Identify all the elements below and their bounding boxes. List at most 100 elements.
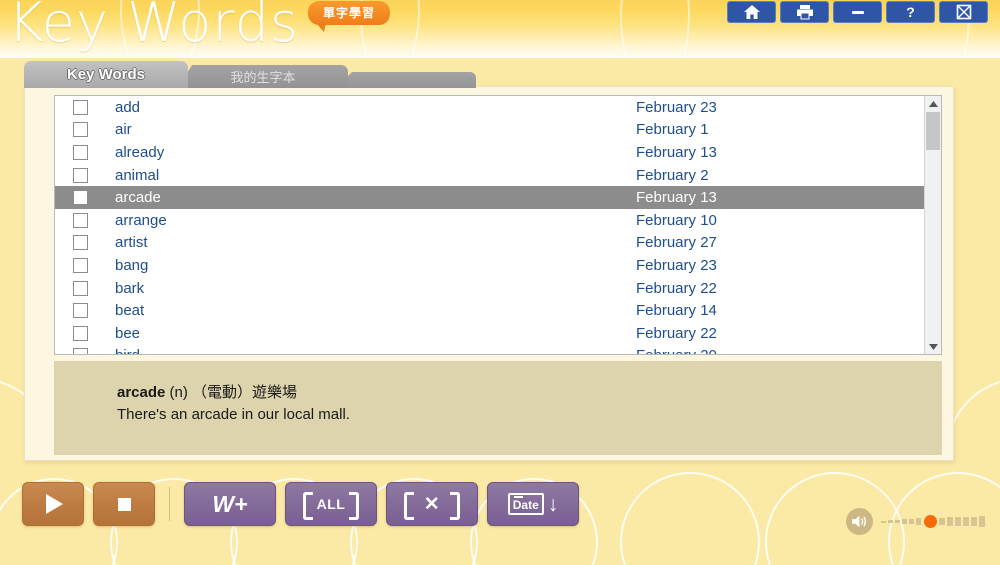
volume-segment[interactable] [971, 516, 977, 527]
row-checkbox[interactable] [73, 325, 88, 341]
home-button[interactable] [727, 1, 776, 23]
row-date: February 23 [636, 256, 717, 274]
definition-pos: (n) （電動）遊樂場 [165, 384, 298, 401]
table-row[interactable]: add February 23 [55, 96, 924, 119]
table-row[interactable]: arcade February 13 [55, 186, 924, 209]
table-row[interactable]: bird February 20 [55, 345, 924, 354]
volume-segment[interactable] [963, 516, 969, 527]
row-checkbox[interactable] [73, 235, 88, 251]
toolbar-divider [169, 487, 170, 521]
speaker-button[interactable] [846, 508, 873, 535]
stop-button[interactable] [93, 482, 155, 526]
table-row[interactable]: bee February 22 [55, 322, 924, 345]
close-button[interactable] [939, 1, 988, 23]
table-row[interactable]: bark February 22 [55, 277, 924, 300]
table-row[interactable]: artist February 27 [55, 232, 924, 255]
volume-knob[interactable] [924, 515, 937, 528]
volume-segment[interactable] [909, 518, 914, 525]
volume-segment[interactable] [895, 519, 900, 524]
window-controls: ? [727, 1, 988, 23]
row-date: February 1 [636, 121, 709, 139]
page-title: Key Words [8, 0, 299, 54]
definition-sentence: There's an arcade in our local mall. [117, 406, 350, 423]
sort-by-date-button[interactable]: Date ↓ [487, 482, 579, 526]
volume-segment[interactable] [939, 517, 945, 526]
volume-segment[interactable] [916, 518, 921, 525]
sort-by-date-icon: Date ↓ [507, 492, 559, 516]
row-word: bird [115, 347, 140, 354]
clear-selection-button[interactable]: ✕ [386, 482, 478, 526]
row-date: February 23 [636, 98, 717, 116]
row-word: already [115, 143, 165, 161]
volume-segment[interactable] [955, 517, 961, 526]
volume-segment[interactable] [947, 517, 953, 526]
row-word: bee [115, 324, 141, 342]
date-box: Date [507, 492, 544, 516]
minimize-button[interactable] [833, 1, 882, 23]
row-checkbox[interactable] [73, 167, 88, 183]
row-checkbox[interactable] [73, 303, 88, 319]
scroll-up-icon[interactable] [925, 96, 941, 111]
word-add-button[interactable]: W+ [184, 482, 276, 526]
row-date: February 22 [636, 324, 717, 342]
clear-selection-label: ✕ [423, 493, 441, 515]
volume-slider[interactable] [881, 514, 987, 530]
select-all-icon: ALL [303, 491, 359, 520]
footer-decor-circle-6 [620, 472, 760, 565]
print-button[interactable] [780, 1, 829, 23]
word-list: add February 23 air February 1 already Februa… [54, 95, 942, 355]
row-word: animal [115, 166, 160, 184]
row-checkbox[interactable] [73, 348, 88, 354]
playback-toolbar: W+ ALL ✕ Date ↓ [22, 482, 579, 526]
row-date: February 22 [636, 279, 717, 297]
word-list-scrollbar[interactable] [924, 96, 941, 354]
row-word: arrange [115, 211, 167, 229]
row-word: arcade [115, 189, 161, 207]
table-row[interactable]: already February 13 [55, 141, 924, 164]
row-checkbox[interactable] [73, 99, 88, 115]
select-all-button[interactable]: ALL [285, 482, 377, 526]
app-header: Key Words 單字學習 ? [0, 0, 1000, 58]
volume-segment[interactable] [881, 520, 886, 523]
row-word: air [115, 121, 132, 139]
row-checkbox[interactable] [73, 144, 88, 160]
select-all-label: ALL [316, 496, 346, 512]
tab-my-wordbook-label: 我的生字本 [230, 70, 296, 85]
volume-segment[interactable] [902, 519, 907, 524]
row-word: beat [115, 302, 145, 320]
table-row[interactable]: arrange February 10 [55, 209, 924, 232]
row-date: February 13 [636, 189, 717, 207]
tab-key-words[interactable]: Key Words [24, 61, 188, 88]
tab-bar: Key Words 我的生字本 [24, 60, 476, 88]
row-checkbox[interactable] [73, 212, 88, 228]
row-checkbox[interactable] [73, 280, 88, 296]
scroll-down-icon[interactable] [925, 339, 941, 354]
volume-segment[interactable] [888, 520, 893, 523]
minimize-icon [851, 11, 864, 14]
row-checkbox[interactable] [73, 122, 88, 138]
row-date: February 27 [636, 234, 717, 252]
row-word: bang [115, 256, 149, 274]
print-icon [796, 5, 813, 20]
volume-segment[interactable] [979, 516, 985, 527]
table-row[interactable]: animal February 2 [55, 164, 924, 187]
help-glyph: ? [906, 4, 915, 20]
help-button[interactable]: ? [886, 1, 935, 23]
sort-arrow-down-icon: ↓ [547, 492, 559, 516]
table-row[interactable]: beat February 14 [55, 299, 924, 322]
table-row[interactable]: bang February 23 [55, 254, 924, 277]
table-row[interactable]: air February 1 [55, 119, 924, 142]
volume-control[interactable] [846, 508, 987, 535]
play-icon [46, 494, 63, 514]
word-list-rows: add February 23 air February 1 already Februa… [55, 96, 924, 354]
tab-my-wordbook[interactable]: 我的生字本 [178, 65, 348, 88]
app-window: Key Words 單字學習 ? Key Words 我的生字本 add Feb… [0, 0, 1000, 565]
scrollbar-thumb[interactable] [926, 112, 940, 150]
header-badge: 單字學習 [308, 1, 390, 32]
close-icon [956, 4, 971, 20]
play-button[interactable] [22, 482, 84, 526]
row-checkbox[interactable] [73, 190, 88, 206]
row-date: February 13 [636, 143, 717, 161]
row-checkbox[interactable] [73, 257, 88, 273]
content-card: add February 23 air February 1 already Februa… [24, 86, 954, 461]
